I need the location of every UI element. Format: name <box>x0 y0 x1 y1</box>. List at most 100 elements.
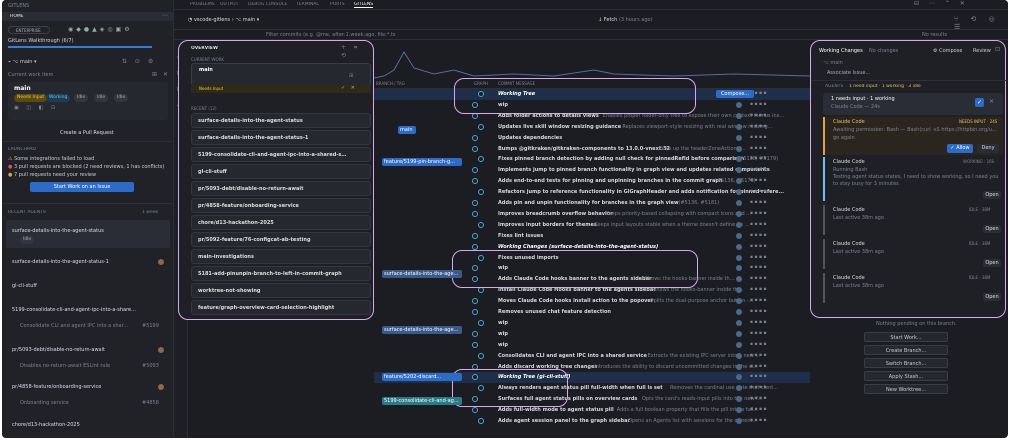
working-badge[interactable]: Working <box>46 94 71 102</box>
open-button[interactable]: Open <box>983 293 1001 301</box>
branch-card[interactable]: 5199-consolidate-cli-and-agent-ipc-into-… <box>191 147 371 162</box>
table-row[interactable]: Bumps @gitkraken/gitkraken-components to… <box>374 144 810 155</box>
overview-actions[interactable]: + ⌗ ⟲ <box>341 44 373 59</box>
branch-card[interactable]: feature/graph-overview-card-selection-hi… <box>191 300 371 315</box>
ref-label[interactable]: feature/5202-discard... <box>382 373 462 381</box>
tab-terminal[interactable]: TERMINAL <box>296 2 319 7</box>
dismiss-icon[interactable]: ✕ <box>989 98 994 105</box>
branch-card[interactable]: pr/5093-debt/disable-no-return-await <box>191 181 371 196</box>
launchpad-item-1[interactable]: ● 3 pull requests are blocked (2 need re… <box>8 164 170 170</box>
walkthrough-link[interactable]: GitLens Walkthrough (6/7) <box>8 38 74 44</box>
commit-node <box>478 221 484 228</box>
idle-badge-1[interactable]: Idle <box>74 94 89 102</box>
table-row[interactable]: Always renders agent status pill full-wi… <box>374 383 810 394</box>
ref-label[interactable]: surface-details-into-the-agent-st... <box>382 326 462 334</box>
branch-card[interactable]: 5181-add-pinunpin-branch-to-left-in-comm… <box>191 266 371 281</box>
table-row[interactable]: Improves input borders for themes Keeps i… <box>374 220 810 231</box>
compose-button[interactable]: Compose... <box>716 90 754 98</box>
agent-card-status: WORKING · 16S <box>963 159 995 164</box>
ref-label[interactable]: main <box>398 126 416 134</box>
row-stats: ▪ ▪ ▪ ▪ <box>750 112 767 118</box>
main-card-icons[interactable]: ▣ ◫ ◧ ⊡ <box>14 105 58 111</box>
associate-issue[interactable]: Associate Issue... <box>827 70 870 76</box>
table-row[interactable]: Adds discard working tree changes Introdu… <box>374 362 810 373</box>
review-button[interactable]: Review <box>973 48 991 54</box>
agents-header: AGENTS <box>825 84 844 89</box>
allow-button[interactable]: ✓ Allow <box>947 144 973 153</box>
tab-problems[interactable]: PROBLEMS <box>190 2 215 7</box>
table-row[interactable]: wip ▪ ▪ ▪ ▪ <box>374 340 810 351</box>
apply-stash-action[interactable]: Apply Stash... <box>864 371 948 381</box>
panel-actions-icons[interactable]: ⊟ ⋯ ⌃ ✕ <box>914 0 969 7</box>
fetch-button[interactable]: ↓ Fetch (3 hours ago) <box>598 17 653 23</box>
deny-button[interactable]: Deny <box>977 144 999 153</box>
open-button[interactable]: Open <box>983 225 1001 233</box>
branch-card[interactable]: main-investigations <box>191 249 371 264</box>
idle-badge-3[interactable]: Idle <box>114 94 129 102</box>
search-bar: Filter commits (e.g. @me, after:1.week.a… <box>174 30 1008 40</box>
branch-card[interactable]: surface-details-into-the-agent-status <box>191 113 371 128</box>
agent-item-title[interactable]: pr/4858-feature/onboarding-service <box>12 384 152 390</box>
tab-gitlens[interactable]: GITLENS <box>354 2 374 8</box>
table-row[interactable]: Removes unused chat feature detection ▪ ▪… <box>374 307 810 318</box>
agent-item-title[interactable]: gl-cli-stuff <box>12 283 152 289</box>
branch-card[interactable]: pr/4858-feature/onboarding-service <box>191 198 371 213</box>
create-branch-action[interactable]: Create Branch... <box>864 345 948 355</box>
table-row[interactable]: Adds pin and unpin functionality for bra… <box>374 198 810 209</box>
branch-card[interactable]: gl-cli-stuff <box>191 164 371 179</box>
tab-debug-console[interactable]: DEBUG CONSOLE <box>248 2 287 7</box>
table-row[interactable]: Consolidates CLI and agent IPC into a sh… <box>374 351 810 362</box>
launchpad-item-2[interactable]: ● 7 pull requests need your review <box>8 172 168 178</box>
agent-item-title[interactable]: chore/d13-hackathon-2025 <box>12 422 152 428</box>
integration-icons[interactable]: ◉◆●▲◈◎▣⚙ <box>68 26 168 34</box>
table-row[interactable]: Updates live skill window resizing guida… <box>374 122 810 133</box>
ref-label[interactable]: surface-details-into-the-age... <box>382 270 462 278</box>
card-icons[interactable]: ⊞ <box>349 73 353 79</box>
branch-switcher[interactable]: ⌁ ⌥ main ▾ <box>8 59 68 67</box>
start-work-action[interactable]: Start Work... <box>864 332 948 342</box>
table-row[interactable]: Adds full-width mode to agent status pil… <box>374 405 810 416</box>
switch-branch-action[interactable]: Switch Branch... <box>864 358 948 368</box>
table-row[interactable]: Refactors jump to reference functionalit… <box>374 187 810 198</box>
agent-item-title[interactable]: surface-details-into-the-agent-status-1 <box>12 259 152 265</box>
recent-agents-filter[interactable]: 1 week <box>142 210 158 215</box>
open-button[interactable]: Open <box>983 191 1001 199</box>
table-row[interactable]: Adds end-to-end tests for pinning and un… <box>374 176 810 187</box>
more-icon[interactable]: ⋯ <box>162 12 168 19</box>
table-row[interactable]: Implements jump to pinned branch functio… <box>374 165 810 176</box>
branch-card[interactable]: worktree-not-showing <box>191 283 371 298</box>
commit-description: Introduces the ability to discard uncomm… <box>594 363 758 370</box>
approve-icon[interactable]: ✓ <box>975 98 984 107</box>
home-header[interactable] <box>2 12 174 21</box>
branch-card[interactable]: surface-details-into-the-agent-status-1 <box>191 130 371 145</box>
open-button[interactable]: Open <box>983 259 1001 267</box>
needs-input-actions[interactable]: ✓ ✕ <box>341 85 357 91</box>
repo-breadcrumb[interactable]: ◔ vscode-gitlens › ⌥ main ▾ <box>188 17 259 23</box>
current-work-icons[interactable]: ⊞ ✕ <box>152 71 170 78</box>
toolbar-icons[interactable]: ⑂ ⟲ ◎ ☰ <box>954 15 1008 31</box>
branch-card[interactable]: chore/d13-hackathon-2025 <box>191 215 371 230</box>
table-row[interactable]: Improves breadcrumb overflow behavior Kee… <box>374 209 810 220</box>
needs-input-badge[interactable]: Needs Input <box>14 94 48 102</box>
agent-card-status: IDLE · 38M <box>969 207 991 212</box>
table-row[interactable]: Adds agent session panel to the graph si… <box>374 416 810 427</box>
compose-button[interactable]: ⚙ Compose <box>933 48 962 54</box>
tab-output[interactable]: OUTPUT <box>220 2 238 7</box>
branch-actions-icons[interactable]: ⇅ ⊙ ⚙ <box>122 58 156 65</box>
ref-label[interactable]: 5199-consolidate-cli-and-ag... <box>382 397 462 405</box>
ref-label[interactable]: feature/5199-pin-branch-g... <box>382 158 462 166</box>
tab-ports[interactable]: PORTS <box>330 2 345 7</box>
agent-item-title[interactable]: 5199-consolidate-cli-and-agent-ipc-into-… <box>12 307 162 313</box>
table-row[interactable]: Updates dependencies ▪ ▪ ▪ ▪ <box>374 133 810 144</box>
agent-item-title[interactable]: pr/5093-debt/disable-no-return-await <box>12 347 152 353</box>
close-icon[interactable]: ⊡ <box>995 46 1000 53</box>
launchpad-item-0[interactable]: ⚠ Some integrations failed to load <box>8 156 168 162</box>
agent-card-desc: Last active 38m ago <box>833 215 884 221</box>
search-input[interactable]: Filter commits (e.g. @me, after:1.week.a… <box>266 32 466 38</box>
table-row[interactable]: Fixes lint issues ▪ ▪ ▪ ▪ <box>374 231 810 242</box>
start-work-button[interactable]: Start Work on an Issue <box>30 182 134 192</box>
new-worktree-action[interactable]: New Worktree... <box>864 384 948 394</box>
table-row[interactable]: Moves Claude Code hooks install action t… <box>374 296 810 307</box>
idle-badge-2[interactable]: Idle <box>94 94 109 102</box>
branch-card[interactable]: pr/5092-feature/76-configcat-ab-testing <box>191 232 371 247</box>
